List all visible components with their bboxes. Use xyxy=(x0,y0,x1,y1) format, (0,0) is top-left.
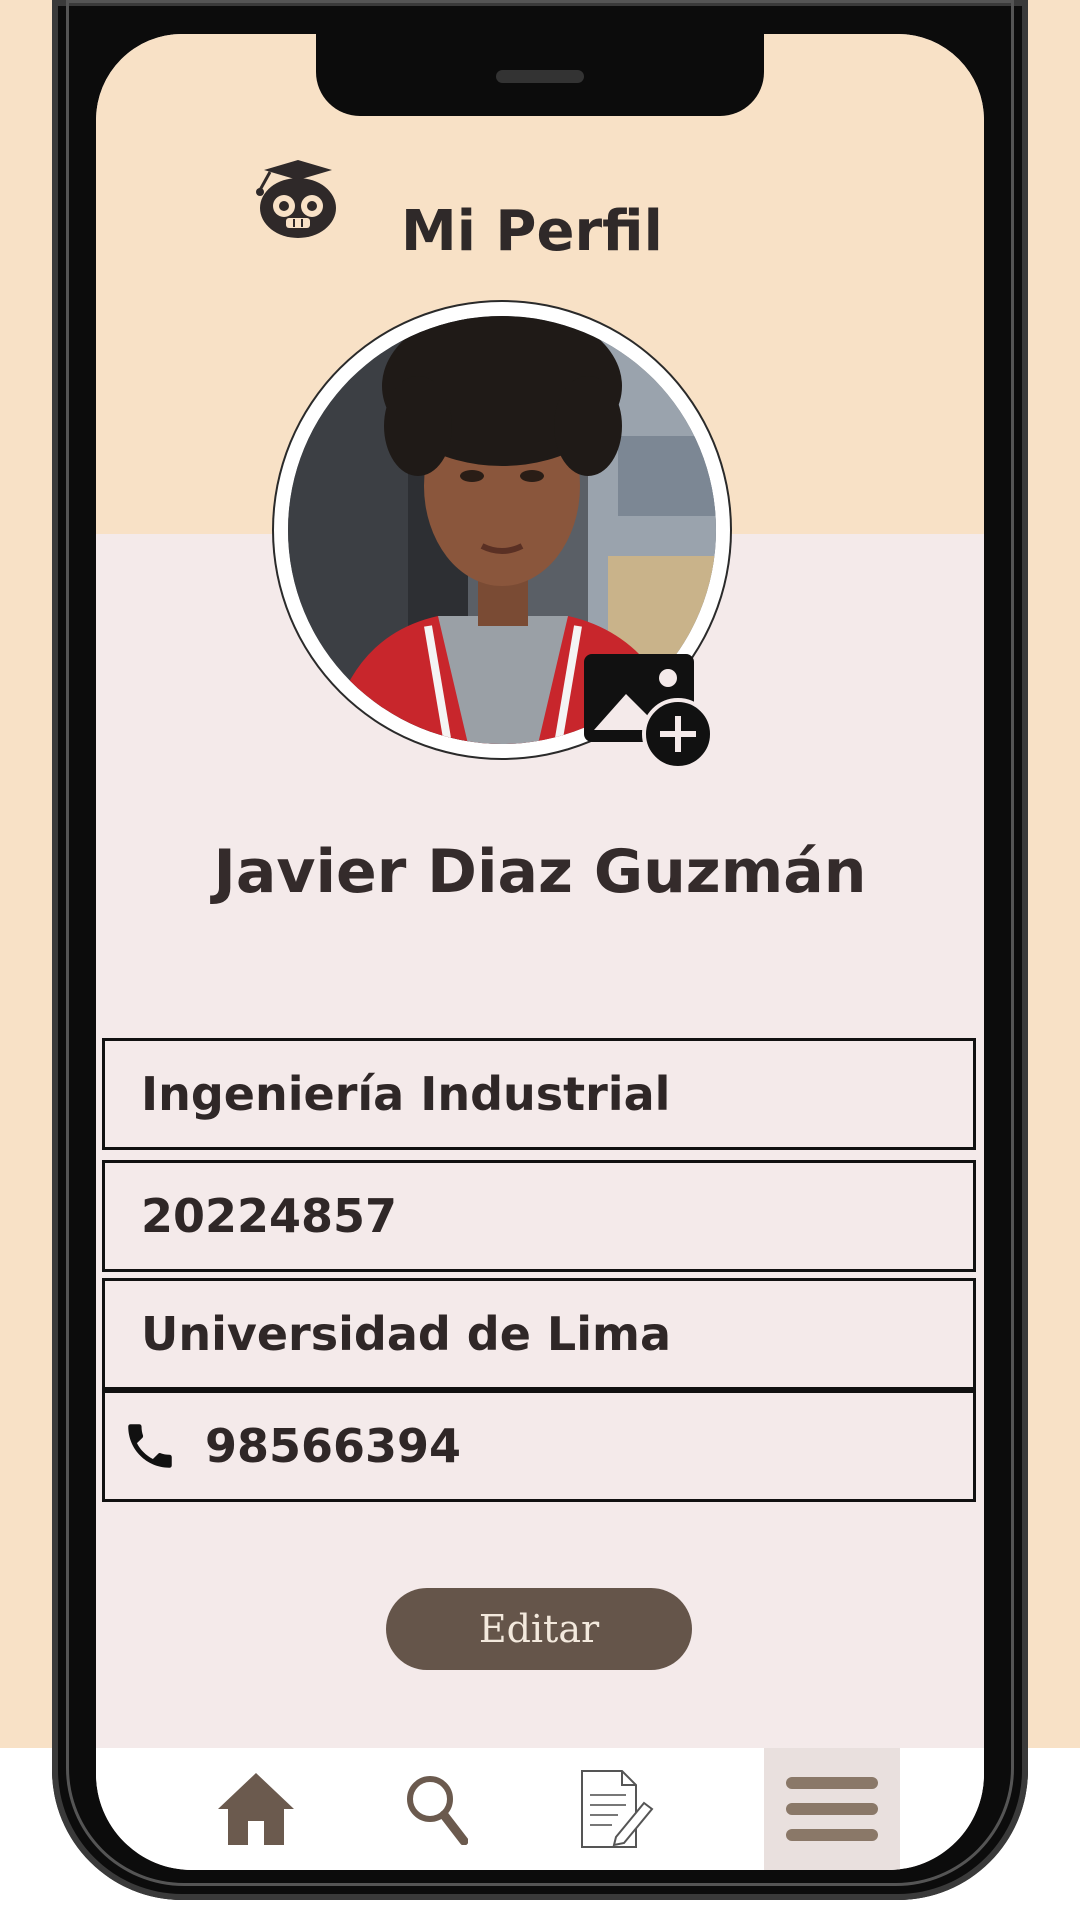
student-code-value: 20224857 xyxy=(141,1189,398,1243)
document-edit-icon xyxy=(581,1770,654,1848)
university-field: Universidad de Lima xyxy=(102,1278,976,1390)
phone-value: 98566394 xyxy=(205,1419,462,1473)
phone-icon xyxy=(128,1424,172,1468)
career-value: Ingeniería Industrial xyxy=(141,1067,671,1121)
menu-icon xyxy=(786,1777,878,1841)
phone-frame: Mi Perfil Javier Diaz Guzmán Ingeniería … xyxy=(52,0,1028,1900)
phone-screen: Mi Perfil Javier Diaz Guzmán Ingeniería … xyxy=(96,34,984,1870)
app-header: Mi Perfil xyxy=(96,152,984,272)
nav-home[interactable] xyxy=(196,1748,316,1870)
speaker-grill xyxy=(496,70,584,83)
bottom-nav xyxy=(96,1748,984,1870)
home-icon xyxy=(218,1773,294,1845)
search-icon xyxy=(407,1776,468,1845)
nav-documents[interactable] xyxy=(556,1748,676,1870)
phone-field: 98566394 xyxy=(102,1390,976,1502)
edit-button[interactable]: Editar xyxy=(386,1588,692,1670)
university-value: Universidad de Lima xyxy=(141,1307,671,1361)
career-field: Ingeniería Industrial xyxy=(102,1038,976,1150)
nav-search[interactable] xyxy=(376,1748,496,1870)
profile-name: Javier Diaz Guzmán xyxy=(213,837,867,907)
nav-menu[interactable] xyxy=(764,1748,900,1870)
add-photo-icon[interactable] xyxy=(584,654,714,769)
student-code-field: 20224857 xyxy=(102,1160,976,1272)
owl-graduate-logo-icon xyxy=(256,160,336,238)
phone-notch xyxy=(316,34,764,116)
page-title: Mi Perfil xyxy=(401,199,663,264)
